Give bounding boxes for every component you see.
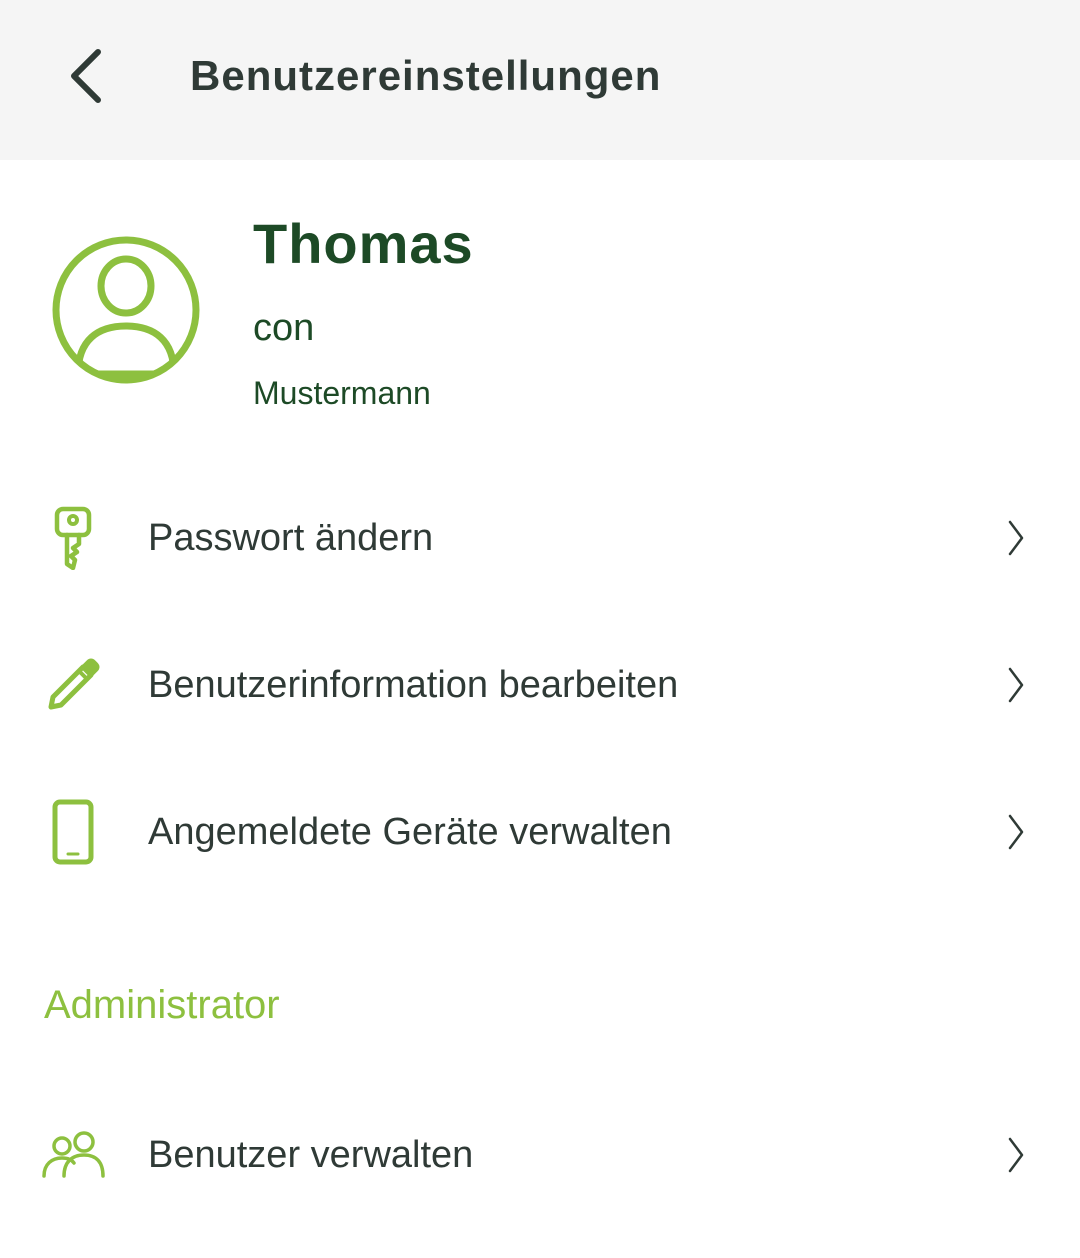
chevron-right-icon	[1008, 814, 1024, 850]
menu-item-manage-users[interactable]: Benutzer verwalten	[0, 1095, 1080, 1215]
menu-item-label: Passwort ändern	[148, 517, 434, 559]
menu-item-change-password[interactable]: Passwort ändern	[0, 478, 1080, 598]
profile-middle-name: con	[253, 307, 315, 349]
chevron-right-icon	[1008, 667, 1024, 703]
users-icon	[42, 1131, 105, 1178]
profile-last-name: Mustermann	[253, 375, 431, 411]
page-title: Benutzereinstellungen	[190, 52, 662, 99]
menu-item-label: Angemeldete Geräte verwalten	[148, 811, 672, 853]
section-title-administrator: Administrator	[44, 983, 280, 1027]
user-circle-icon	[52, 236, 200, 384]
key-icon	[54, 506, 92, 570]
back-button[interactable]	[50, 40, 122, 112]
menu-item-label: Benutzer verwalten	[148, 1134, 474, 1176]
avatar	[50, 234, 202, 386]
pencil-icon	[48, 658, 100, 710]
smartphone-icon	[52, 799, 94, 865]
menu-item-edit-user-info[interactable]: Benutzerinformation bearbeiten	[0, 625, 1080, 745]
chevron-right-icon	[1008, 1137, 1024, 1173]
profile-first-name: Thomas	[253, 212, 474, 275]
chevron-left-icon	[71, 49, 101, 103]
menu-item-label: Benutzerinformation bearbeiten	[148, 664, 679, 706]
app-header: Benutzereinstellungen	[0, 0, 1080, 160]
chevron-right-icon	[1008, 520, 1024, 556]
menu-item-manage-devices[interactable]: Angemeldete Geräte verwalten	[0, 772, 1080, 892]
